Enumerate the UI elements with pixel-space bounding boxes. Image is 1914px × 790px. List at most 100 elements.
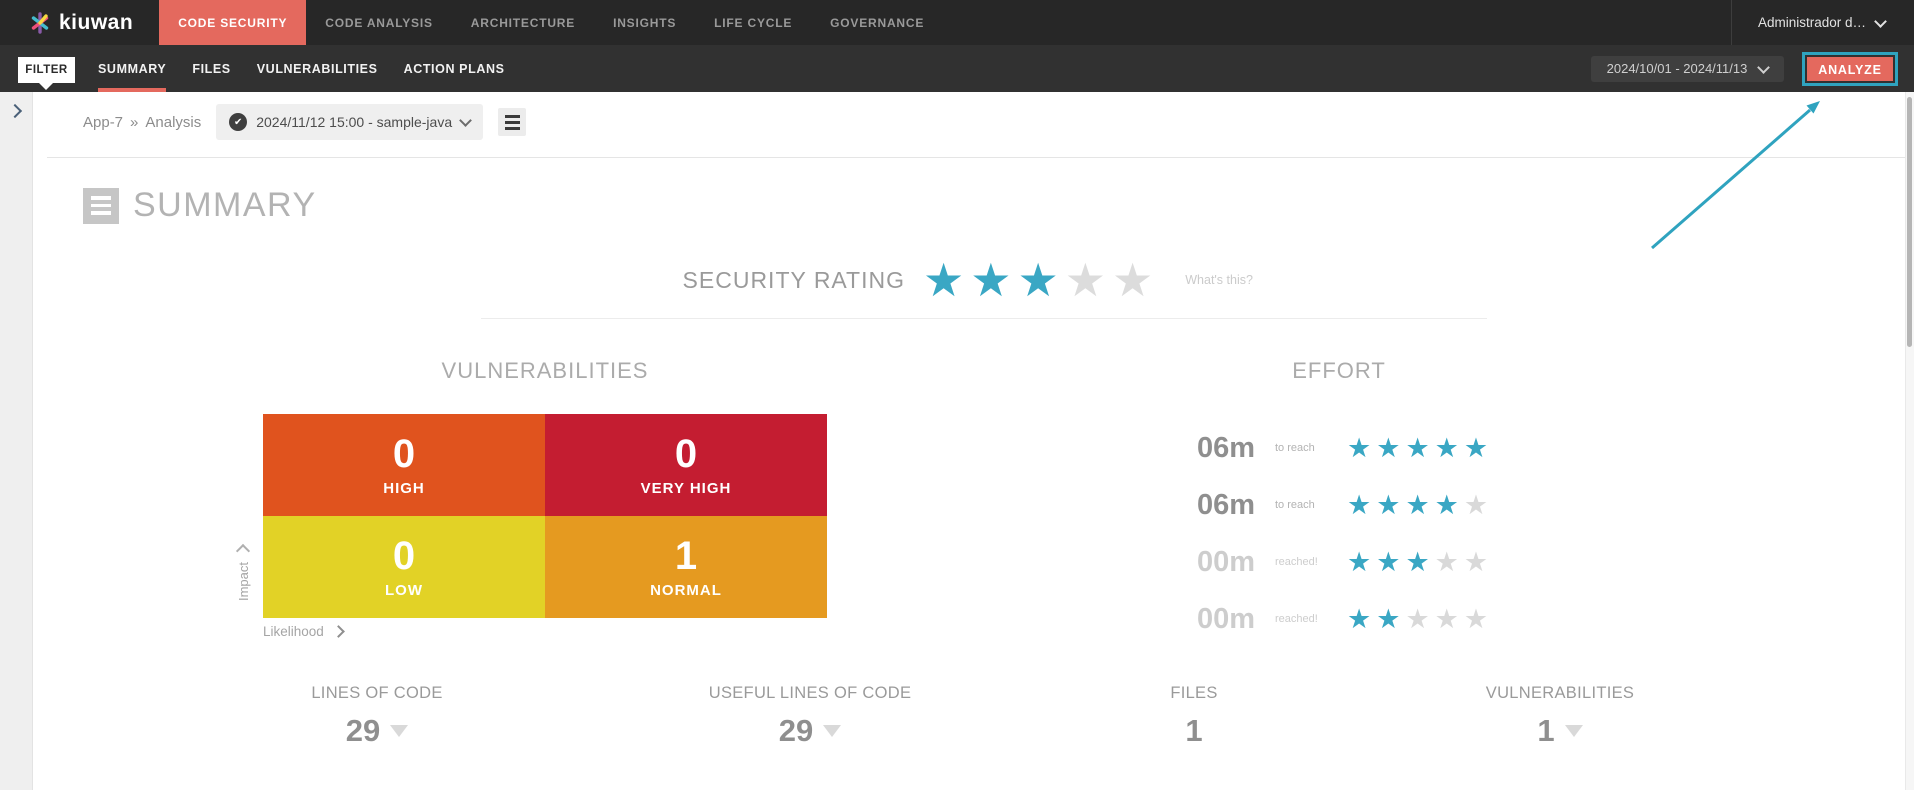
expand-panel-chevron-icon[interactable] [7,103,23,119]
effort-row: 06m to reach ★ ★ ★ ★ ★ [1160,477,1488,534]
date-range-select[interactable]: 2024/10/01 - 2024/11/13 [1591,55,1784,82]
effort-time: 00m [1196,546,1255,578]
tab-summary[interactable]: SUMMARY [98,45,167,92]
kiuwan-dashboard: kiuwan CODE SECURITY CODE ANALYSIS ARCHI… [0,0,1914,790]
nav-life-cycle[interactable]: LIFE CYCLE [695,0,811,45]
quadrant-cell-normal[interactable]: 1 NORMAL [545,516,827,618]
effort-stars: ★ ★ ★ ★ ★ [1347,606,1488,633]
stat-value-row: 29 [257,715,497,746]
tab-files[interactable]: FILES [192,45,230,92]
trend-down-icon [823,724,842,737]
chevron-down-icon [1874,14,1887,28]
security-rating-label: SECURITY RATING [682,266,905,293]
breadcrumb: App-7 » Analysis [83,114,201,131]
effort-note: to reach [1275,442,1315,455]
star-filled-icon: ★ [923,254,965,306]
chevron-up-icon [235,543,251,559]
analysis-selector[interactable]: ✔ 2024/11/12 15:00 - sample-java [216,104,484,140]
star-filled-icon: ★ [1405,433,1430,463]
star-filled-icon: ★ [1347,490,1372,520]
section-tabs: SUMMARY FILES VULNERABILITIES ACTION PLA… [98,45,505,92]
star-filled-icon: ★ [1376,604,1401,634]
kiuwan-logo-icon [31,11,49,34]
whats-this-link[interactable]: What's this? [1185,273,1253,287]
stat-lines-of-code: LINES OF CODE 29 [257,684,497,746]
stat-useful-lines-of-code: USEFUL LINES OF CODE 29 [690,684,930,746]
normal-count: 1 [674,533,698,578]
tab-vulnerabilities[interactable]: VULNERABILITIES [257,45,378,92]
filter-tab[interactable]: FILTER [18,57,75,83]
star-filled-icon: ★ [1347,604,1372,634]
active-tab-underline [98,88,167,92]
normal-label: NORMAL [650,581,722,599]
stat-value-row: 1 [1440,715,1680,746]
effort-stars: ★ ★ ★ ★ ★ [1347,435,1488,462]
page-title: SUMMARY [133,186,317,224]
tab-action-plans[interactable]: ACTION PLANS [404,45,505,92]
nav-architecture[interactable]: ARCHITECTURE [452,0,594,45]
star-empty-icon: ★ [1434,604,1459,634]
stat-value-row: 29 [690,715,930,746]
stat-value: 1 [1185,713,1203,748]
high-label: HIGH [383,479,425,497]
star-empty-icon: ★ [1405,604,1430,634]
star-filled-icon: ★ [1405,547,1430,577]
quadrant-cell-low[interactable]: 0 LOW [263,516,545,618]
nav-governance[interactable]: GOVERNANCE [811,0,943,45]
quadrant-cell-high[interactable]: 0 HIGH [263,414,545,516]
star-empty-icon: ★ [1064,254,1106,306]
star-filled-icon: ★ [1434,490,1459,520]
tab-files-label: FILES [192,61,231,76]
breadcrumb-app[interactable]: App-7 [83,114,123,131]
effort-note: reached! [1275,613,1318,626]
sub-navbar: FILTER SUMMARY FILES VULNERABILITIES ACT… [0,45,1914,92]
star-filled-icon: ★ [1017,254,1059,306]
kiuwan-brand[interactable]: kiuwan [0,0,159,45]
topnav-right: Administrador d… [1731,0,1914,45]
nav-code-analysis[interactable]: CODE ANALYSIS [306,0,452,45]
quadrant-cell-very-high[interactable]: 0 VERY HIGH [545,414,827,516]
scrollbar-thumb[interactable] [1907,97,1912,347]
analyze-highlight-box: ANALYZE [1802,51,1898,86]
stat-label: USEFUL LINES OF CODE [708,684,912,702]
star-empty-icon: ★ [1463,547,1489,577]
nav-insights[interactable]: INSIGHTS [594,0,695,45]
page-title-row: SUMMARY [83,186,317,225]
security-rating-stars: ★ ★ ★ ★ ★ [923,257,1153,303]
subnav-right: 2024/10/01 - 2024/11/13 ANALYZE [1591,45,1898,92]
star-filled-icon: ★ [970,254,1012,306]
breadcrumb-row: App-7 » Analysis ✔ 2024/11/12 15:00 - sa… [83,98,527,146]
chevron-down-icon [459,114,472,127]
star-filled-icon: ★ [1405,490,1430,520]
star-filled-icon: ★ [1347,433,1372,463]
low-label: LOW [385,581,423,599]
top-navbar: kiuwan CODE SECURITY CODE ANALYSIS ARCHI… [0,0,1914,45]
vulnerabilities-chart-title: VULNERABILITIES [441,358,649,383]
effort-row: 06m to reach ★ ★ ★ ★ ★ [1160,420,1488,477]
chevron-down-icon [1757,60,1771,74]
section-divider [481,318,1487,319]
nav-code-security[interactable]: CODE SECURITY [159,0,307,45]
tab-vulnerabilities-label: VULNERABILITIES [256,61,378,76]
summary-icon [83,187,119,224]
star-filled-icon: ★ [1434,433,1459,463]
star-filled-icon: ★ [1376,433,1401,463]
user-menu[interactable]: Administrador d… [1732,14,1914,30]
tab-summary-label: SUMMARY [98,61,167,76]
impact-axis-label: Impact [236,562,251,602]
high-count: 0 [392,431,416,476]
very-high-label: VERY HIGH [640,479,732,497]
trend-down-icon [1564,724,1583,737]
effort-stars: ★ ★ ★ ★ ★ [1347,549,1488,576]
low-count: 0 [392,533,416,578]
scrollbar[interactable] [1905,92,1914,790]
vulnerabilities-quadrant-chart: 0 HIGH 0 VERY HIGH 0 LOW 1 NORMAL [263,414,827,618]
analyze-button[interactable]: ANALYZE [1807,56,1893,81]
stat-value-row: 1 [1074,715,1314,746]
effort-time: 06m [1196,489,1255,521]
context-menu-button[interactable] [498,108,527,136]
effort-time: 06m [1196,432,1255,464]
likelihood-axis-label: Likelihood [263,624,324,639]
chevron-right-icon [331,625,345,638]
likelihood-axis: Likelihood [263,624,345,639]
